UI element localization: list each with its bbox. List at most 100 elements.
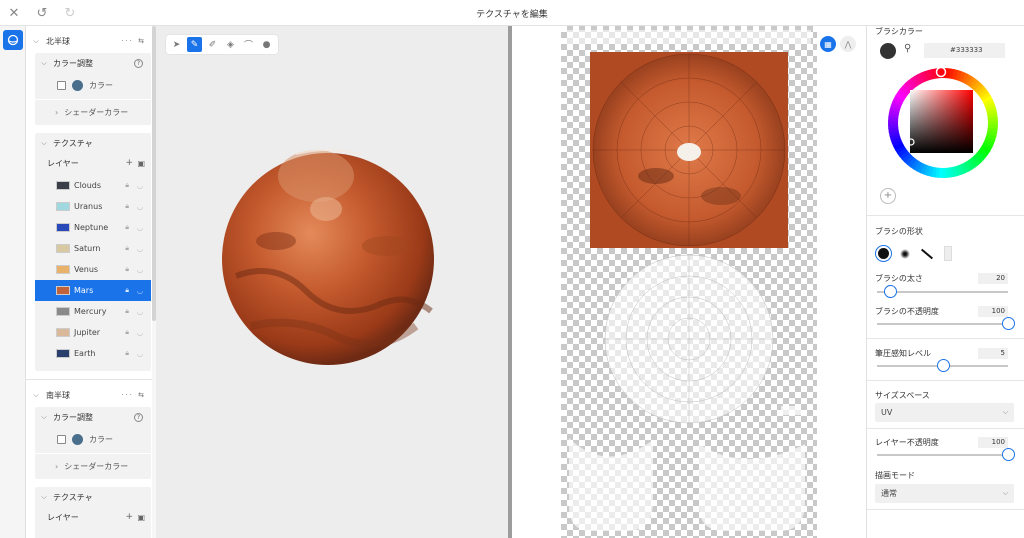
size-space-select[interactable]: UV ⌵ [875, 403, 1014, 422]
chevron-right-icon: › [55, 461, 59, 471]
lock-icon[interactable]: 🔒︎ [125, 244, 129, 253]
eyedropper-icon[interactable]: ⚲ [904, 43, 911, 54]
layer-name: Venus [74, 265, 99, 274]
chevron-right-icon: › [55, 107, 59, 117]
section-tools[interactable]: ··· ⇆ [121, 391, 146, 399]
grid-icon[interactable]: ▦ [820, 36, 836, 52]
drop-icon[interactable]: ● [259, 37, 274, 52]
hex-input[interactable]: #333333 [924, 43, 1005, 58]
layer-item[interactable]: Neptune 🔒︎ ◡ [35, 217, 151, 238]
mirror-icon[interactable]: ⋀ [840, 36, 856, 52]
slider-knob[interactable] [1002, 317, 1015, 330]
add-layer-icon[interactable]: + [125, 158, 133, 168]
layer-item[interactable]: Mercury 🔒︎ ◡ [35, 301, 151, 322]
add-layer-icon[interactable]: + [125, 512, 133, 522]
section-tools[interactable]: ··· ⇆ [121, 37, 146, 45]
color-row: カラー [35, 77, 151, 93]
planet-sphere[interactable] [156, 26, 508, 538]
image-icon[interactable]: ▣ [137, 513, 145, 522]
brush-opacity-value[interactable]: 100 [978, 306, 1008, 317]
image-icon[interactable]: ▣ [137, 159, 145, 168]
visibility-icon[interactable]: ◡ [137, 329, 143, 337]
visibility-icon[interactable]: ◡ [137, 266, 143, 274]
shader-color-row[interactable]: › シェーダーカラー [35, 458, 151, 474]
brush-shape-texture[interactable] [944, 246, 952, 261]
help-icon[interactable]: ? [134, 412, 143, 422]
brush-size-slider[interactable] [877, 285, 1008, 298]
brush-opacity-slider[interactable] [877, 317, 1015, 330]
layer-item[interactable]: Clouds 🔒︎ ◡ [35, 175, 151, 196]
layer-opacity-slider[interactable] [877, 448, 1015, 461]
layer-item[interactable]: Jupiter 🔒︎ ◡ [35, 322, 151, 343]
visibility-icon[interactable]: ◡ [137, 308, 143, 316]
color-wheel[interactable] [883, 63, 1003, 183]
layer-name: Clouds [74, 181, 102, 190]
texture-header[interactable]: ⌵ テクスチャ [35, 135, 151, 151]
slider-knob[interactable] [884, 285, 898, 298]
brush-shape-line[interactable] [920, 248, 934, 260]
color-checkbox[interactable] [57, 434, 66, 444]
texture-mode-button[interactable] [3, 30, 23, 50]
layer-opacity-value[interactable]: 100 [978, 437, 1008, 448]
lock-icon[interactable]: 🔒︎ [125, 181, 129, 190]
layer-name: Earth [74, 349, 96, 358]
select-icon[interactable]: ➤ [169, 37, 184, 52]
lock-icon[interactable]: 🔒︎ [125, 223, 129, 232]
brush-color-swatch[interactable] [880, 43, 896, 59]
layer-item[interactable]: Uranus 🔒︎ ◡ [35, 196, 151, 217]
lock-icon[interactable]: 🔒︎ [125, 286, 129, 295]
layer-name: Mars [74, 286, 94, 295]
slider-knob[interactable] [1002, 448, 1015, 461]
color-adjust-header[interactable]: ⌵ カラー調整 ? [35, 409, 151, 425]
add-swatch-button[interactable]: + [880, 188, 896, 204]
south-hemisphere-header[interactable]: ⌵ 南半球 ··· ⇆ [26, 387, 152, 403]
brush-color-label: ブラシカラー [875, 27, 923, 36]
layer-item[interactable]: Venus 🔒︎ ◡ [35, 259, 151, 280]
layer-thumbnail [56, 265, 70, 274]
visibility-icon[interactable]: ◡ [137, 182, 143, 190]
layer-name: Jupiter [74, 328, 101, 337]
shader-color-row[interactable]: › シェーダーカラー [35, 104, 151, 120]
texture-header[interactable]: ⌵ テクスチャ [35, 489, 151, 505]
size-space-label: サイズスペース [875, 391, 930, 400]
pressure-value[interactable]: 5 [978, 348, 1008, 359]
chevron-down-icon: ⌵ [1002, 489, 1008, 497]
uv-canvas[interactable] [561, 26, 817, 538]
chevron-down-icon: ⌵ [41, 138, 47, 147]
layer-name: Saturn [74, 244, 101, 253]
visibility-icon[interactable]: ◡ [137, 287, 143, 295]
brush-shape-soft[interactable] [900, 249, 910, 259]
help-icon[interactable]: ? [134, 58, 143, 68]
lock-icon[interactable]: 🔒︎ [125, 349, 129, 358]
color-swatch[interactable] [72, 433, 83, 445]
visibility-icon[interactable]: ◡ [137, 224, 143, 232]
page-title: テクスチャを編集 [476, 10, 548, 20]
draw-mode-select[interactable]: 通常 ⌵ [875, 484, 1014, 503]
lock-icon[interactable]: 🔒︎ [125, 328, 129, 337]
color-checkbox[interactable] [57, 80, 66, 90]
lock-icon[interactable]: 🔒︎ [125, 307, 129, 316]
layers-header: レイヤー + ▣ [47, 512, 145, 522]
north-hemisphere-header[interactable]: ⌵ 北半球 ··· ⇆ [26, 33, 152, 49]
slider-knob[interactable] [936, 359, 950, 372]
visibility-icon[interactable]: ◡ [137, 203, 143, 211]
3d-viewport[interactable] [156, 26, 508, 538]
lock-icon[interactable]: 🔒︎ [125, 265, 129, 274]
chevron-down-icon: ⌵ [33, 36, 39, 45]
stamp-icon[interactable]: ⌒ [241, 37, 256, 52]
layer-item[interactable]: Mars 🔒︎ ◡ [35, 280, 151, 301]
visibility-icon[interactable]: ◡ [137, 245, 143, 253]
brush-opacity-label: ブラシの不透明度 [875, 307, 939, 316]
brush-icon[interactable]: ✎ [187, 37, 202, 52]
eraser-icon[interactable]: ✐ [205, 37, 220, 52]
brush-size-value[interactable]: 20 [978, 273, 1008, 284]
layer-item[interactable]: Earth 🔒︎ ◡ [35, 343, 151, 364]
brush-shape-round[interactable] [875, 245, 892, 262]
fill-icon[interactable]: ◈ [223, 37, 238, 52]
lock-icon[interactable]: 🔒︎ [125, 202, 129, 211]
color-adjust-header[interactable]: ⌵ カラー調整 ? [35, 55, 151, 71]
visibility-icon[interactable]: ◡ [137, 350, 143, 358]
layer-item[interactable]: Saturn 🔒︎ ◡ [35, 238, 151, 259]
pressure-slider[interactable] [877, 359, 1008, 372]
color-swatch[interactable] [72, 79, 83, 91]
